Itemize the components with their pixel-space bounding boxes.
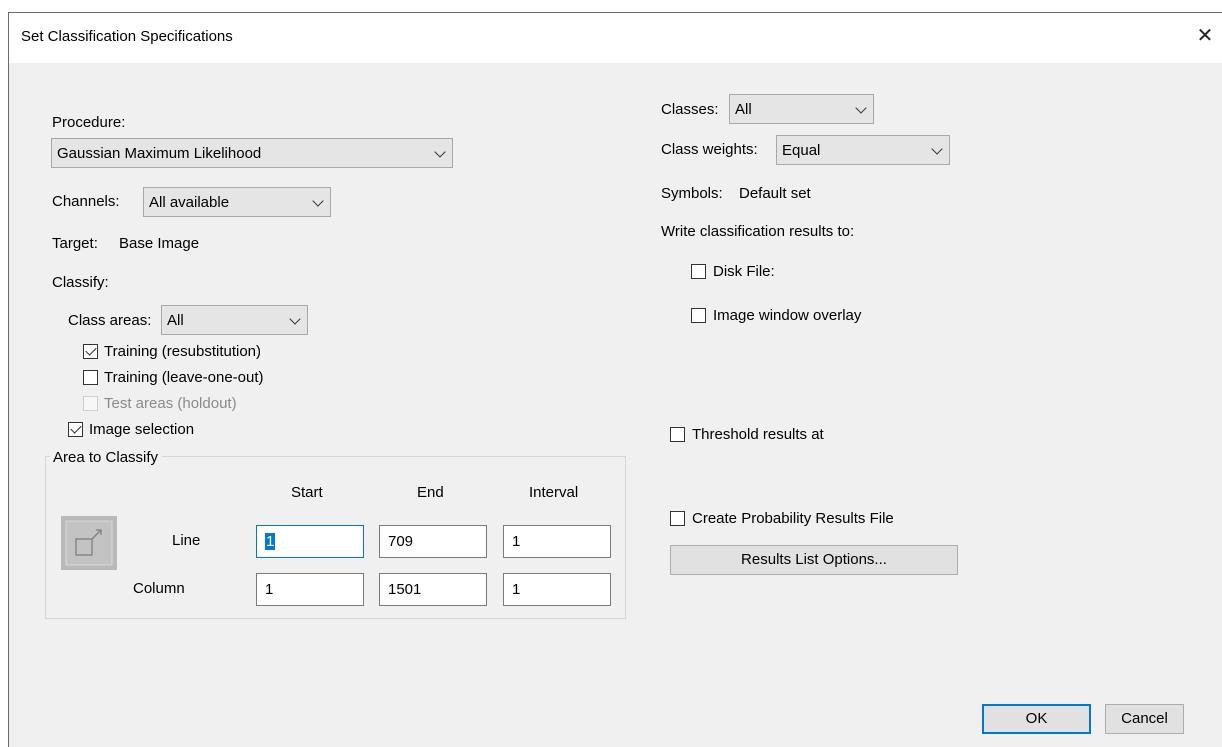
column-label: Column bbox=[133, 580, 185, 597]
procedure-label: Procedure: bbox=[52, 114, 126, 131]
threshold-results-label: Threshold results at bbox=[692, 426, 824, 443]
class-weights-label: Class weights: bbox=[661, 141, 758, 158]
line-end-value: 709 bbox=[388, 533, 414, 550]
class-weights-dropdown[interactable]: Equal bbox=[776, 135, 950, 165]
area-to-classify-label: Area to Classify bbox=[50, 449, 163, 466]
threshold-results-checkbox[interactable] bbox=[670, 427, 685, 442]
classes-dropdown[interactable]: All bbox=[729, 94, 874, 124]
channels-dropdown[interactable]: All available bbox=[143, 187, 331, 217]
channels-value: All available bbox=[149, 194, 230, 211]
procedure-dropdown[interactable]: Gaussian Maximum Likelihood bbox=[51, 138, 453, 168]
chevron-down-icon bbox=[931, 143, 943, 155]
line-interval-value: 1 bbox=[512, 533, 521, 550]
chevron-down-icon bbox=[855, 102, 867, 114]
classification-dialog: Set Classification Specifications ✕ Proc… bbox=[8, 12, 1222, 747]
ok-button[interactable]: OK bbox=[982, 704, 1091, 734]
probability-results-checkbox[interactable] bbox=[670, 511, 685, 526]
window-title: Set Classification Specifications bbox=[21, 28, 233, 45]
line-end-input[interactable]: 709 bbox=[379, 525, 487, 558]
class-areas-dropdown[interactable]: All bbox=[161, 305, 308, 335]
symbols-value: Default set bbox=[739, 185, 811, 202]
close-icon[interactable]: ✕ bbox=[1190, 21, 1220, 51]
training-resubstitution-checkbox[interactable] bbox=[83, 344, 98, 359]
column-end-value: 1501 bbox=[388, 581, 422, 598]
channels-label: Channels: bbox=[52, 193, 120, 210]
column-end-input[interactable]: 1501 bbox=[379, 573, 487, 606]
column-interval-value: 1 bbox=[512, 581, 521, 598]
symbols-label: Symbols: bbox=[661, 185, 723, 202]
line-start-value: 1 bbox=[265, 533, 276, 550]
image-selection-checkbox[interactable] bbox=[68, 422, 83, 437]
line-label: Line bbox=[172, 532, 201, 549]
training-leave-one-out-label: Training (leave-one-out) bbox=[104, 369, 264, 386]
area-select-icon[interactable] bbox=[61, 516, 117, 570]
classes-label: Classes: bbox=[661, 101, 719, 118]
write-results-label: Write classification results to: bbox=[661, 223, 855, 240]
results-list-options-button[interactable]: Results List Options... bbox=[670, 545, 958, 575]
area-select-icon-graphic bbox=[65, 520, 113, 566]
test-areas-checkbox bbox=[83, 396, 98, 411]
image-selection-label: Image selection bbox=[89, 421, 195, 438]
end-column-header: End bbox=[417, 484, 444, 501]
disk-file-checkbox[interactable] bbox=[691, 264, 706, 279]
classes-value: All bbox=[735, 101, 752, 118]
test-areas-label: Test areas (holdout) bbox=[104, 395, 237, 412]
target-label: Target: bbox=[52, 235, 98, 252]
chevron-down-icon bbox=[289, 313, 301, 325]
title-bar: Set Classification Specifications ✕ bbox=[9, 13, 1222, 63]
image-window-overlay-checkbox[interactable] bbox=[691, 308, 706, 323]
image-window-overlay-label: Image window overlay bbox=[713, 307, 862, 324]
column-interval-input[interactable]: 1 bbox=[503, 573, 611, 606]
chevron-down-icon bbox=[434, 146, 446, 158]
line-start-input[interactable]: 1 bbox=[256, 525, 364, 558]
column-start-input[interactable]: 1 bbox=[256, 573, 364, 606]
start-column-header: Start bbox=[291, 484, 323, 501]
interval-column-header: Interval bbox=[529, 484, 579, 501]
column-start-value: 1 bbox=[265, 581, 274, 598]
classify-label: Classify: bbox=[52, 274, 109, 291]
disk-file-label: Disk File: bbox=[713, 263, 775, 280]
cancel-button[interactable]: Cancel bbox=[1105, 704, 1184, 734]
procedure-value: Gaussian Maximum Likelihood bbox=[57, 145, 262, 162]
chevron-down-icon bbox=[312, 195, 324, 207]
class-areas-value: All bbox=[167, 312, 184, 329]
class-weights-value: Equal bbox=[782, 142, 821, 159]
target-value: Base Image bbox=[119, 235, 200, 252]
training-resubstitution-label: Training (resubstitution) bbox=[104, 343, 262, 360]
probability-results-label: Create Probability Results File bbox=[692, 510, 894, 527]
line-interval-input[interactable]: 1 bbox=[503, 525, 611, 558]
dialog-body: Procedure: Gaussian Maximum Likelihood C… bbox=[9, 63, 1222, 747]
training-leave-one-out-checkbox[interactable] bbox=[83, 370, 98, 385]
class-areas-label: Class areas: bbox=[68, 312, 152, 329]
